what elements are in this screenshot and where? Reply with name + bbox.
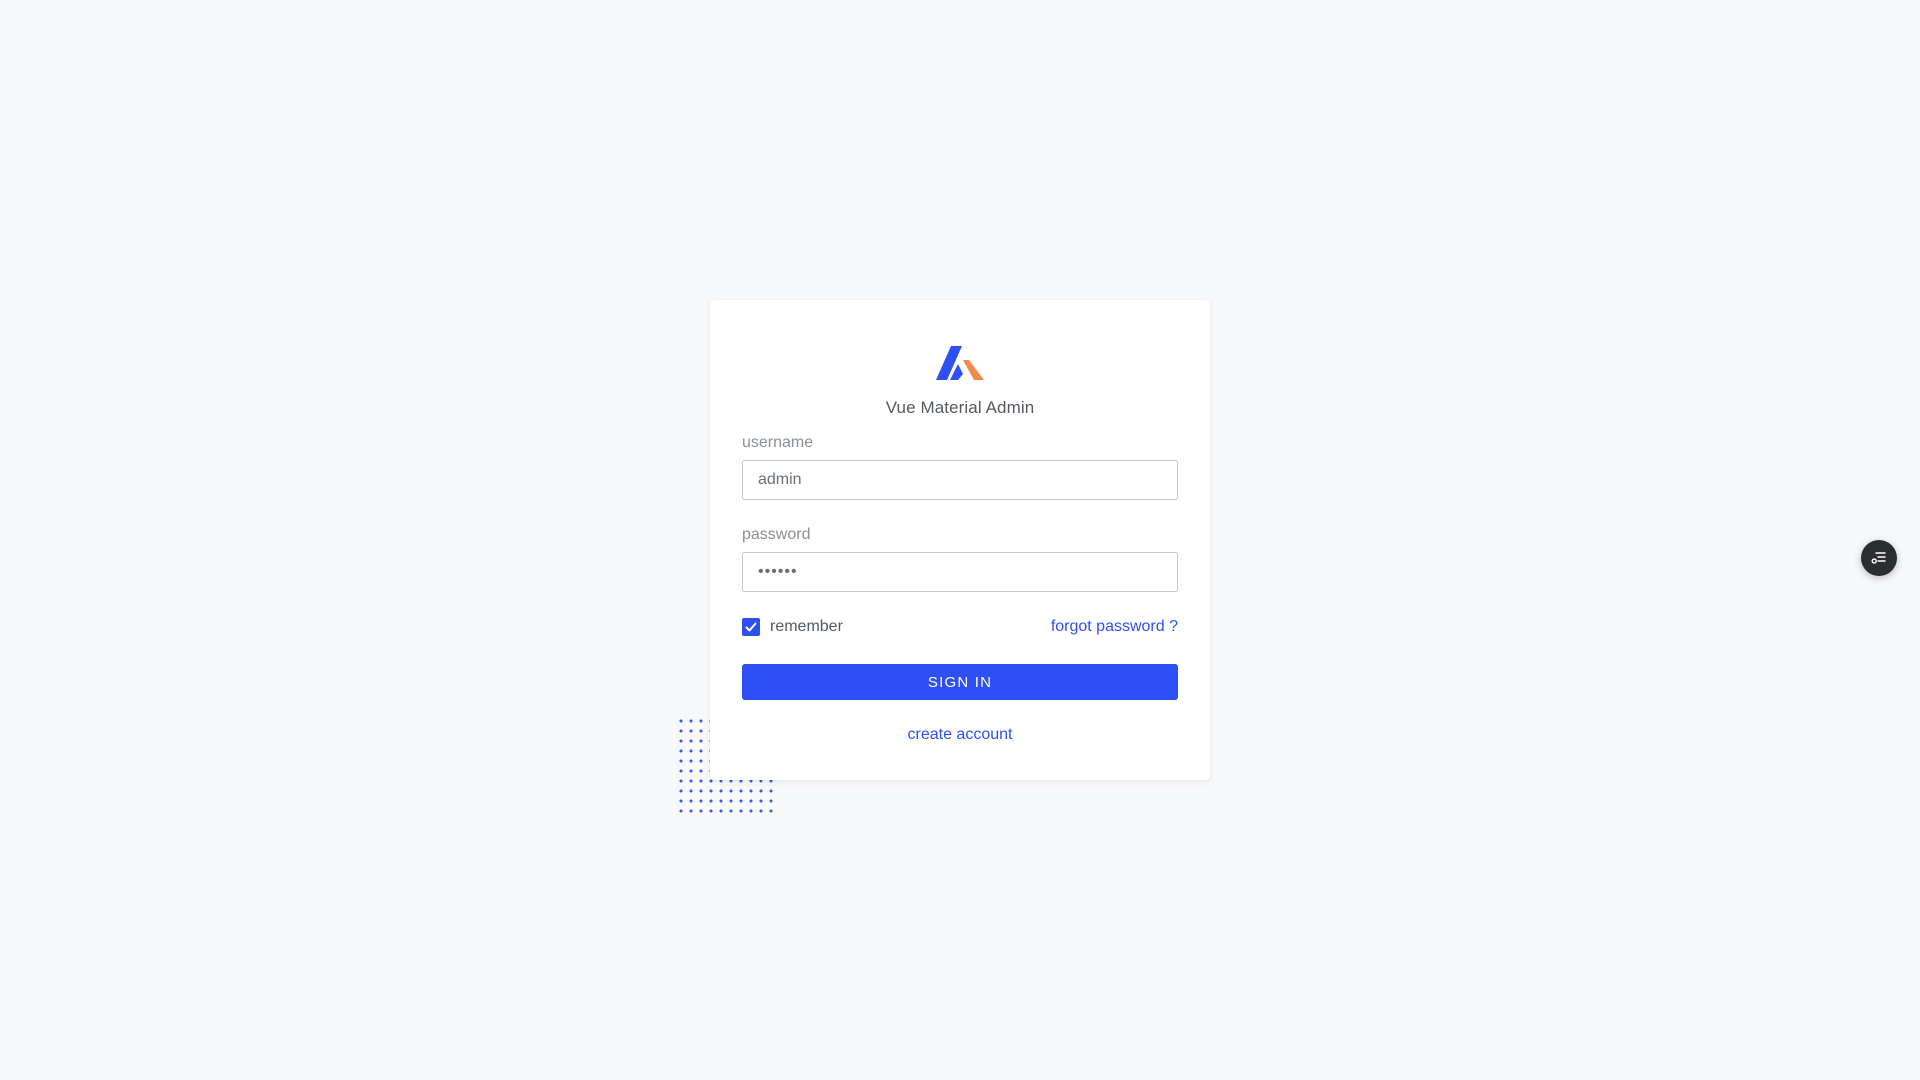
floating-settings-button[interactable] — [1861, 540, 1897, 576]
app-logo-icon — [936, 346, 984, 380]
remember-checkbox[interactable] — [742, 618, 760, 636]
login-page: Vue Material Admin username password rem… — [0, 0, 1920, 1080]
password-label: password — [742, 526, 811, 543]
check-icon — [745, 622, 757, 632]
password-input[interactable] — [742, 552, 1178, 592]
username-input[interactable] — [742, 460, 1178, 500]
login-card: Vue Material Admin username password rem… — [710, 300, 1210, 780]
app-title: Vue Material Admin — [885, 398, 1035, 417]
sign-in-button[interactable]: SIGN IN — [742, 664, 1178, 700]
remember-checkbox-group[interactable]: remember — [742, 618, 843, 636]
remember-label: remember — [770, 618, 843, 635]
forgot-password-link[interactable]: forgot password ? — [1051, 618, 1178, 636]
login-options-row: remember forgot password ? — [742, 616, 1178, 638]
settings-list-icon — [1871, 552, 1886, 564]
create-account-link[interactable]: create account — [710, 726, 1210, 744]
username-label: username — [742, 434, 814, 451]
